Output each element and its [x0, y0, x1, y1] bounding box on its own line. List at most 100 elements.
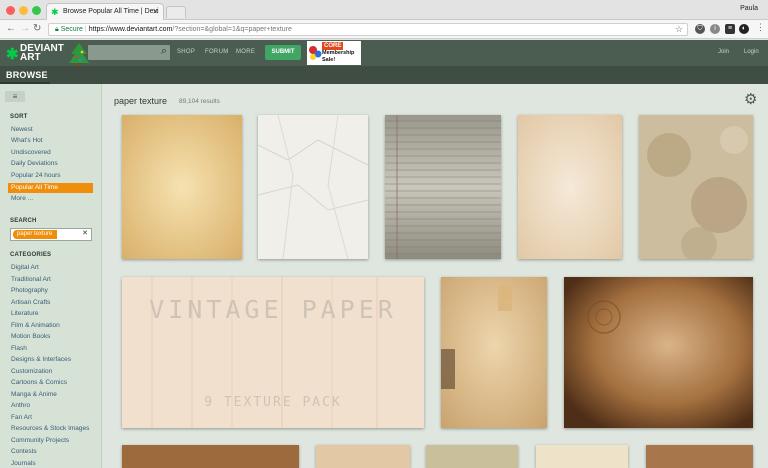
info-extension-icon[interactable]: i: [710, 24, 720, 34]
sort-newest[interactable]: Newest: [8, 125, 93, 135]
grunge-paper-texture: [639, 115, 753, 259]
site-header: ✱ DEVIANT ART ⌕ SHOP FORUM MORE SUBMIT C…: [0, 40, 768, 66]
thumbnail[interactable]: [564, 277, 753, 428]
category-anthro[interactable]: Anthro: [8, 401, 93, 411]
category-flash[interactable]: Flash: [8, 344, 93, 354]
forward-arrow-icon[interactable]: →: [20, 23, 30, 34]
search-term-chip[interactable]: paper texture: [13, 230, 58, 239]
nav-shop-link[interactable]: SHOP: [177, 49, 195, 55]
category-motion-books[interactable]: Motion Books: [8, 332, 93, 342]
layers-extension-icon[interactable]: ≡: [725, 24, 735, 34]
minimize-window-button[interactable]: [19, 6, 28, 15]
url-separator: |: [84, 26, 87, 33]
reload-icon[interactable]: ↻: [33, 23, 41, 34]
pocket-extension-icon[interactable]: ⛉: [695, 24, 705, 34]
category-cartoons-comics[interactable]: Cartoons & Comics: [8, 378, 93, 388]
core-membership-banner[interactable]: CORE Membership Sale!: [307, 41, 361, 65]
lined-paper-texture: [385, 115, 501, 259]
thumbnail[interactable]: [518, 115, 622, 259]
ornate-vintage-texture: [564, 277, 753, 428]
thumbnail[interactable]: [536, 445, 628, 468]
new-tab-button[interactable]: [166, 6, 186, 18]
close-window-button[interactable]: [6, 6, 15, 15]
settings-gear-icon[interactable]: ⚙: [744, 90, 757, 108]
search-icon[interactable]: ⌕: [161, 45, 167, 58]
browser-menu-icon[interactable]: ⋮: [756, 22, 765, 33]
clear-search-icon[interactable]: ✕: [82, 229, 88, 237]
dark-extension-icon[interactable]: ◐: [739, 24, 749, 34]
sort-popular-all-time[interactable]: Popular All Time: [8, 183, 93, 193]
tab-title: Browse Popular All Time | Devi: [63, 8, 159, 15]
browser-toolbar: ← → ↻ 🔒︎ Secure | https://www.deviantart.co…: [0, 20, 768, 39]
sort-daily-deviations[interactable]: Daily Deviations: [8, 159, 93, 169]
nav-more-link[interactable]: MORE: [236, 49, 255, 55]
thumbnail[interactable]: [122, 115, 242, 259]
thumbnail[interactable]: [258, 115, 368, 259]
sidebar: ≡ SORT Newest What's Hot Undiscovered Da…: [0, 84, 102, 468]
category-fan-art[interactable]: Fan Art: [8, 413, 93, 423]
logo-line-2: ART: [20, 52, 41, 63]
ad-line-2: Sale!: [322, 57, 336, 63]
browser-tab[interactable]: ✱ Browse Popular All Time | Devi ✕: [46, 3, 164, 20]
thumbnail[interactable]: [122, 445, 299, 468]
thumbnail[interactable]: [646, 445, 753, 468]
site-search-input[interactable]: ⌕: [88, 45, 170, 60]
address-bar[interactable]: 🔒︎ Secure | https://www.deviantart.com/?sec…: [48, 23, 688, 36]
thumbnail[interactable]: [441, 277, 547, 428]
login-link[interactable]: Login: [744, 49, 759, 55]
category-literature[interactable]: Literature: [8, 309, 93, 319]
category-photography[interactable]: Photography: [8, 286, 93, 296]
thumbnail[interactable]: [316, 445, 410, 468]
thumbnail[interactable]: [426, 445, 518, 468]
close-tab-icon[interactable]: ✕: [152, 7, 159, 16]
category-traditional-art[interactable]: Traditional Art: [8, 275, 93, 285]
thumbnail[interactable]: [639, 115, 753, 259]
profile-name[interactable]: Paula: [740, 5, 758, 12]
category-designs-interfaces[interactable]: Designs & Interfaces: [8, 355, 93, 365]
core-badge: CORE: [322, 42, 344, 50]
category-artisan-crafts[interactable]: Artisan Crafts: [8, 298, 93, 308]
submit-button[interactable]: SUBMIT: [265, 45, 301, 60]
url-path: /?section=&global=1&q=paper+texture: [172, 26, 292, 33]
sort-popular-24-hours[interactable]: Popular 24 hours: [8, 171, 93, 181]
thumbnail[interactable]: VINTAGE PAPER 9 TEXTURE PACK: [122, 277, 424, 428]
ad-line-1: Membership: [322, 50, 355, 56]
join-link[interactable]: Join: [718, 49, 729, 55]
nav-forum-link[interactable]: FORUM: [205, 49, 229, 55]
sort-undiscovered[interactable]: Undiscovered: [8, 148, 93, 158]
christmas-tree-icon: [69, 43, 89, 66]
url-host: https://www.deviantart.com: [88, 26, 173, 33]
sidebar-search-field[interactable]: paper texture ✕: [10, 228, 92, 241]
category-film-animation[interactable]: Film & Animation: [8, 321, 93, 331]
thumbnail[interactable]: [385, 115, 501, 259]
deviantart-logo-icon: ✱: [6, 46, 19, 63]
back-arrow-icon[interactable]: ←: [6, 23, 16, 34]
bookmark-star-icon[interactable]: ☆: [675, 24, 683, 35]
category-journals[interactable]: Journals: [8, 459, 93, 468]
sidebar-toggle-icon[interactable]: ≡: [5, 91, 25, 102]
results-title: paper texture: [114, 96, 168, 106]
category-contests[interactable]: Contests: [8, 447, 93, 457]
category-digital-art[interactable]: Digital Art: [8, 263, 93, 273]
sort-heading: SORT: [10, 114, 28, 120]
results-count: 89,104 results: [179, 98, 220, 105]
sort-whats-hot[interactable]: What's Hot: [8, 136, 93, 146]
deviantart-favicon-icon: ✱: [51, 7, 59, 17]
categories-heading: CATEGORIES: [10, 252, 52, 258]
secure-label: Secure: [60, 26, 83, 33]
lock-icon: 🔒︎: [55, 26, 59, 33]
sort-more[interactable]: More ...: [8, 194, 93, 204]
deviantart-logo[interactable]: ✱ DEVIANT ART: [6, 42, 89, 66]
aged-paper-texture: [122, 115, 242, 259]
category-community-projects[interactable]: Community Projects: [8, 436, 93, 446]
vintage-paper-title: VINTAGE PAPER: [149, 295, 397, 324]
texture-pack-subtitle: 9 TEXTURE PACK: [204, 395, 342, 410]
category-customization[interactable]: Customization: [8, 367, 93, 377]
browser-tab-bar: ✱ Browse Popular All Time | Devi ✕ Paula: [0, 0, 768, 20]
maximize-window-button[interactable]: [32, 6, 41, 15]
category-resources-stock[interactable]: Resources & Stock Images: [8, 424, 93, 434]
search-heading: SEARCH: [10, 218, 37, 224]
category-manga-anime[interactable]: Manga & Anime: [8, 390, 93, 400]
logo-text: DEVIANT ART: [20, 44, 70, 63]
browse-title[interactable]: BROWSE: [6, 70, 48, 80]
